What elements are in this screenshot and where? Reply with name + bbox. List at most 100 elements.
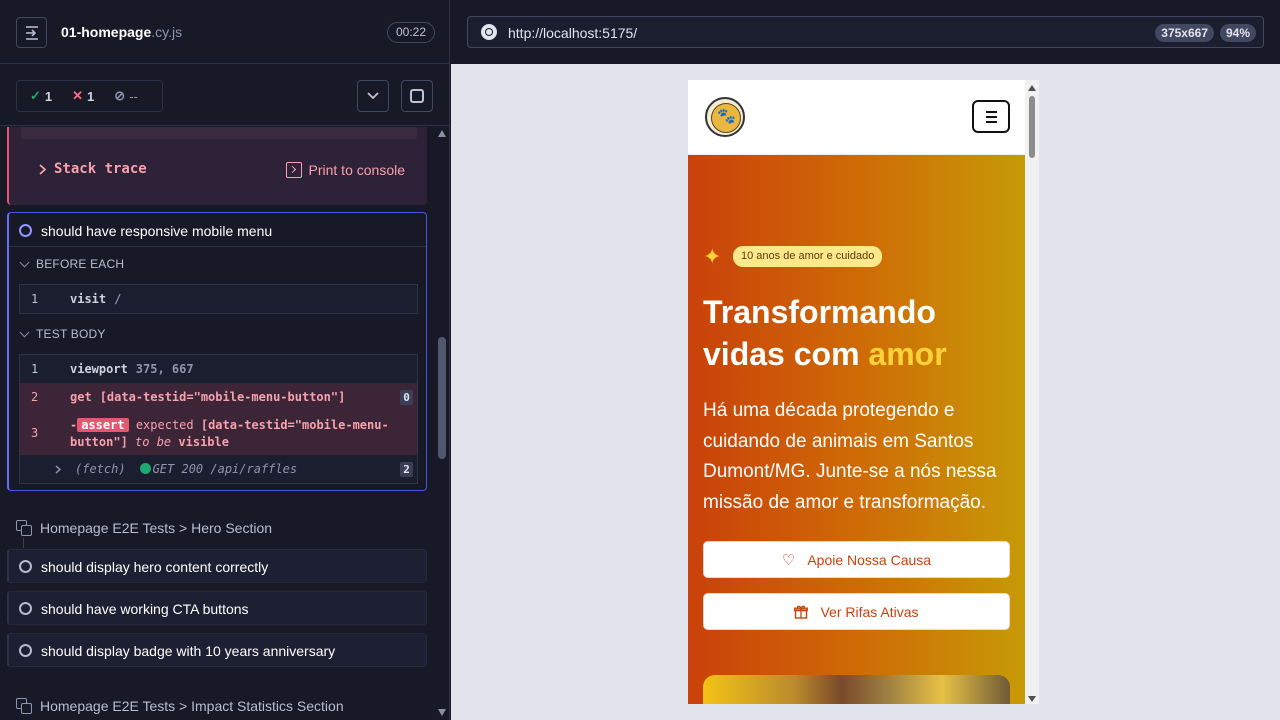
before-each-hook[interactable]: BEFORE EACH — [19, 257, 125, 271]
toggle-specs-button[interactable] — [16, 17, 47, 48]
command-name: (fetch) GET 200 /api/raffles — [75, 462, 297, 476]
test-body-label: TEST BODY — [36, 327, 106, 341]
passed-stat: ✓ 1 — [30, 88, 52, 104]
error-block: Stack trace Print to console — [7, 127, 427, 205]
command-name: visit / — [70, 292, 121, 306]
error-message-tail — [21, 127, 417, 139]
url-bar[interactable]: http://localhost:5175/ 375x667 94% — [467, 16, 1264, 48]
assert-value: visible — [178, 435, 229, 449]
sidebar-toggle-icon — [25, 25, 38, 40]
tree-line — [23, 538, 24, 548]
scroll-down-arrow[interactable] — [1028, 696, 1036, 702]
suite-header[interactable]: Homepage E2E Tests > Hero Section — [16, 520, 272, 536]
active-test-title: should have responsive mobile menu — [41, 223, 273, 239]
command-row[interactable]: 1 visit / — [20, 285, 417, 313]
support-cause-button[interactable]: ♡ Apoie Nossa Causa — [703, 541, 1010, 578]
test-row[interactable]: should have working CTA buttons — [7, 591, 427, 625]
view-raffles-button[interactable]: Ver Rifas Ativas — [703, 593, 1010, 630]
logo[interactable] — [705, 97, 745, 137]
viewport-badge[interactable]: 375x667 — [1155, 24, 1214, 42]
failed-count: 1 — [87, 88, 95, 104]
pending-status-icon — [19, 644, 32, 657]
stats-summary[interactable]: ✓ 1 ✕ 1 ⊘ -- — [16, 80, 163, 112]
test-row[interactable]: should display hero content correctly — [7, 549, 427, 583]
command-row-failed[interactable]: 2 get [data-testid="mobile-menu-button"] … — [20, 383, 417, 411]
hero-image — [703, 675, 1010, 704]
stack-trace-toggle[interactable]: Stack trace — [39, 161, 147, 177]
testing-preferences-button[interactable] — [357, 80, 389, 112]
assert-message: - assert expected [data-testid="mobile-me… — [70, 418, 389, 449]
menu-icon-bar — [985, 110, 997, 113]
heart-icon: ♡ — [781, 551, 796, 569]
command-row-assert[interactable]: 3 - assert expected [data-testid="mobile-… — [20, 411, 417, 455]
scroll-up-arrow[interactable] — [438, 130, 446, 137]
suite-title: Homepage E2E Tests > Impact Statistics S… — [40, 698, 344, 714]
stop-icon — [410, 89, 424, 103]
hero-title: Transformando vidas com amor — [703, 291, 1003, 375]
check-icon: ✓ — [30, 88, 41, 103]
scroll-thumb[interactable] — [438, 337, 446, 459]
menu-icon-bar — [985, 120, 997, 123]
aut-iframe[interactable]: ✦ 10 anos de amor e cuidado Transformand… — [688, 80, 1039, 704]
zoom-badge[interactable]: 94% — [1219, 24, 1256, 42]
scroll-thumb[interactable] — [1029, 96, 1035, 158]
command-number: 1 — [31, 292, 39, 306]
scroll-down-arrow[interactable] — [438, 709, 446, 716]
command-row-fetch[interactable]: (fetch) GET 200 /api/raffles 2 — [20, 455, 417, 483]
command-message: [data-testid="mobile-menu-button"] — [99, 390, 346, 404]
fetch-text: GET 200 /api/raffles — [152, 462, 298, 476]
scroll-up-arrow[interactable] — [1028, 85, 1036, 91]
mobile-menu-button[interactable] — [972, 100, 1010, 133]
command-name-text: get — [70, 390, 92, 404]
command-number: 2 — [31, 390, 39, 404]
command-message: / — [114, 292, 122, 306]
test-title: should have working CTA buttons — [41, 601, 249, 617]
command-message: GET 200 /api/raffles — [139, 462, 298, 476]
url-bar-container: http://localhost:5175/ 375x667 94% — [451, 0, 1280, 64]
duration-badge: 00:22 — [386, 22, 435, 43]
globe-icon — [481, 24, 497, 40]
x-icon: ✕ — [72, 88, 84, 103]
support-cause-label: Apoie Nossa Causa — [807, 551, 932, 568]
suite-icon — [16, 698, 32, 714]
request-count-badge: 2 — [400, 462, 413, 477]
spec-name-text: 01-homepage — [61, 24, 152, 40]
before-each-label: BEFORE EACH — [36, 257, 125, 271]
command-name: get [data-testid="mobile-menu-button"] — [70, 390, 345, 404]
menu-icon-bar — [985, 115, 997, 118]
stack-trace-label: Stack trace — [54, 161, 147, 177]
reporter-scrollbar[interactable] — [436, 127, 448, 720]
spec-header: 01-homepage.cy.js 00:22 — [0, 0, 449, 64]
console-icon — [285, 162, 302, 178]
command-row[interactable]: 1 viewport 375, 667 — [20, 355, 417, 383]
suite-header[interactable]: Homepage E2E Tests > Impact Statistics S… — [16, 698, 344, 714]
print-to-console-button[interactable]: Print to console — [285, 162, 405, 178]
pending-count: -- — [129, 88, 138, 104]
hero-title-highlight: amor — [868, 336, 947, 372]
url-text[interactable]: http://localhost:5175/ — [508, 25, 637, 41]
active-test[interactable]: should have responsive mobile menu BEFOR… — [7, 212, 427, 491]
command-number: 1 — [31, 362, 39, 376]
command-number: 3 — [31, 426, 39, 440]
reporter-panel: 01-homepage.cy.js 00:22 ✓ 1 ✕ 1 ⊘ -- Sta… — [0, 0, 450, 720]
assert-tag: assert — [77, 418, 129, 432]
pending-stat: ⊘ -- — [114, 88, 138, 104]
site-header — [688, 80, 1025, 155]
anniversary-badge: 10 anos de amor e cuidado — [733, 246, 883, 267]
test-row[interactable]: should display badge with 10 years anniv… — [7, 633, 427, 667]
before-each-commands: 1 visit / — [19, 284, 418, 314]
test-title: should display hero content correctly — [41, 559, 269, 575]
aut-scrollbar[interactable] — [1025, 80, 1039, 704]
stop-button[interactable] — [401, 80, 433, 112]
command-name-text: (fetch) — [75, 462, 126, 476]
running-status-icon — [19, 224, 32, 237]
view-raffles-label: Ver Rifas Ativas — [820, 603, 919, 620]
active-test-header[interactable]: should have responsive mobile menu — [9, 213, 426, 247]
suite-icon — [16, 520, 32, 536]
test-body-hook[interactable]: TEST BODY — [19, 327, 106, 341]
pending-status-icon — [19, 602, 32, 615]
pending-status-icon — [19, 560, 32, 573]
app-preview-panel: http://localhost:5175/ 375x667 94% ✦ 10 … — [451, 0, 1280, 720]
status-dot — [139, 463, 151, 474]
spec-ext-text: .cy.js — [151, 24, 183, 40]
